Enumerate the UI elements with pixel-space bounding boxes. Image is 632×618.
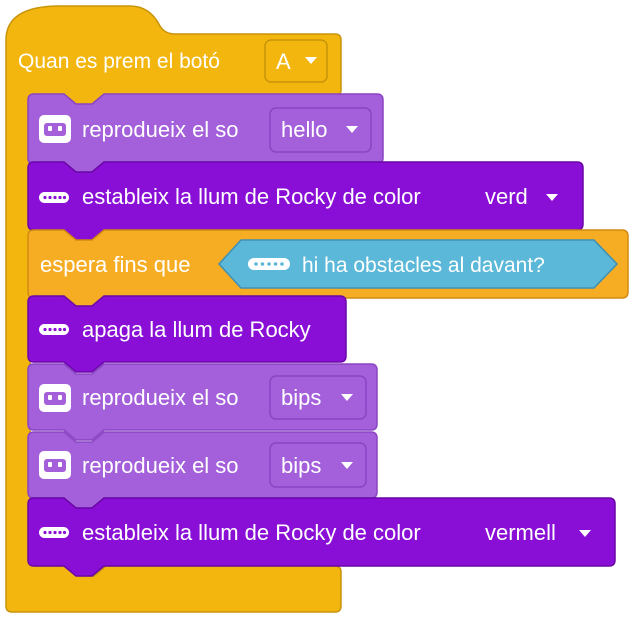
led-strip-icon xyxy=(39,527,69,538)
set-light-color-label: estableix la llum de Rocky de color xyxy=(82,184,421,209)
obstacle-ahead-condition[interactable]: hi ha obstacles al davant? xyxy=(217,239,619,289)
color-dropdown-value: verd xyxy=(485,184,528,209)
sound-dropdown[interactable]: bips xyxy=(269,442,367,488)
code-canvas: Quan es prem el botó A reprodueix el so … xyxy=(5,5,629,613)
play-sound-label: reprodueix el so xyxy=(82,117,239,142)
button-dropdown[interactable]: A xyxy=(264,39,328,83)
wait-until-label: espera fins que xyxy=(40,252,190,277)
button-dropdown-value: A xyxy=(276,49,291,74)
sound-dropdown[interactable]: hello xyxy=(269,107,372,153)
led-strip-icon xyxy=(39,324,69,335)
play-sound-label: reprodueix el so xyxy=(82,385,239,410)
set-light-color-block[interactable]: estableix la llum de Rocky de color verd xyxy=(27,161,584,241)
hat-block-label: Quan es prem el botó xyxy=(18,50,220,73)
sound-dropdown[interactable]: bips xyxy=(269,375,367,420)
robot-face-icon xyxy=(39,115,71,143)
sound-dropdown-value: bips xyxy=(281,453,321,478)
set-light-color-label: estableix la llum de Rocky de color xyxy=(82,520,421,545)
robot-face-icon xyxy=(39,451,71,479)
set-light-color-block[interactable]: estableix la llum de Rocky de color verm… xyxy=(27,497,616,577)
play-sound-block[interactable]: reprodueix el so bips xyxy=(27,363,378,441)
button-dropdown-box xyxy=(264,39,328,83)
turn-off-light-block[interactable]: apaga la llum de Rocky xyxy=(27,295,347,373)
play-sound-label: reprodueix el so xyxy=(82,453,239,478)
led-strip-icon xyxy=(248,258,290,270)
sound-dropdown-value: bips xyxy=(281,385,321,410)
color-dropdown-value: vermell xyxy=(485,520,556,545)
play-sound-block[interactable]: reprodueix el so bips xyxy=(27,431,378,509)
sound-dropdown-value: hello xyxy=(281,117,327,142)
turn-off-light-label: apaga la llum de Rocky xyxy=(82,317,311,342)
robot-face-icon xyxy=(39,384,71,412)
led-strip-icon xyxy=(39,192,69,203)
condition-label: hi ha obstacles al davant? xyxy=(302,254,545,277)
